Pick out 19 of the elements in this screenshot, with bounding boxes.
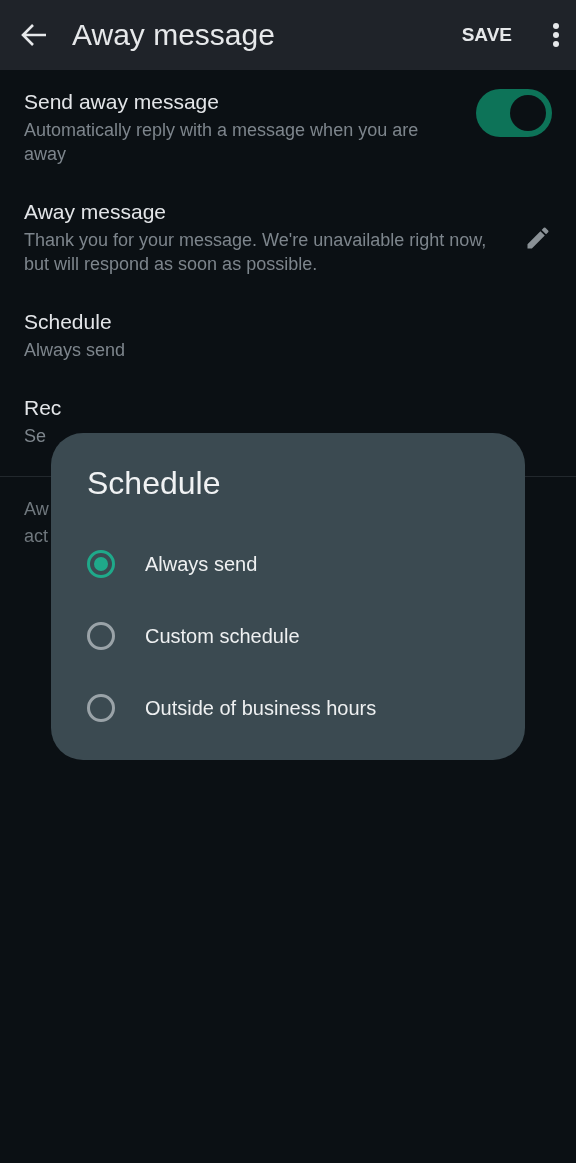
save-button[interactable]: SAVE	[457, 20, 516, 50]
setting-subtitle: Always send	[24, 339, 127, 362]
radio-option[interactable]: Outside of business hours	[87, 672, 489, 744]
radio-option[interactable]: Custom schedule	[87, 600, 489, 672]
note-text: Aw	[24, 499, 50, 520]
setting-subtitle: Thank you for your message. We're unavailable right now, but will respond as soon as possible.	[24, 229, 488, 276]
setting-title: Schedule	[24, 310, 113, 334]
screen-title: Away message	[72, 18, 276, 52]
note-text: act	[24, 526, 49, 547]
setting-title: Away message	[24, 200, 168, 224]
setting-title: Send away message	[24, 90, 220, 114]
setting-subtitle: Automatically reply with a message when you are away	[24, 119, 420, 166]
back-icon[interactable]	[20, 23, 48, 47]
radio-option[interactable]: Always send	[87, 528, 489, 600]
setting-title: Rec	[24, 396, 63, 420]
more-icon[interactable]	[552, 22, 560, 48]
toggle-switch[interactable]	[476, 89, 552, 137]
dialog-title: Schedule	[87, 465, 222, 502]
setting-subtitle: Se	[24, 425, 48, 448]
